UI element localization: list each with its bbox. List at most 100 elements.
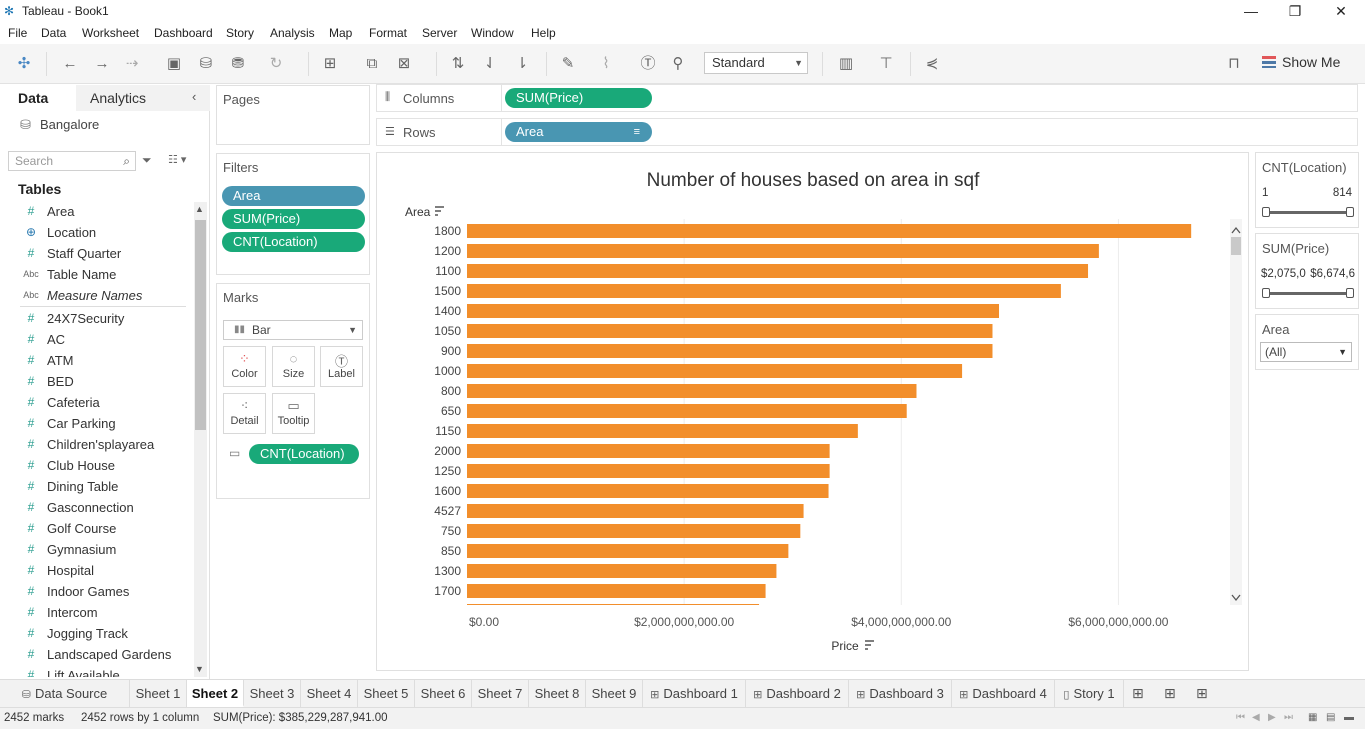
menu-server[interactable]: Server — [422, 26, 457, 40]
category-tick-label[interactable]: 1000 — [434, 364, 461, 378]
collapse-pane-icon[interactable]: ‹ — [192, 89, 196, 104]
bar-chart[interactable]: Number of houses based on area in sqf Are… — [377, 153, 1250, 672]
cnt-location-filter-card[interactable]: CNT(Location) 1 814 — [1255, 152, 1359, 228]
new-dashboard-tab-icon[interactable]: ⊞ — [1164, 685, 1176, 702]
bar[interactable] — [467, 404, 907, 418]
field-item[interactable]: # Car Parking — [0, 414, 192, 435]
pages-card[interactable]: Pages — [216, 85, 370, 145]
mark-type-select[interactable]: ▮▮ Bar ▼ — [223, 320, 363, 340]
group-members-icon[interactable]: ⌇ — [596, 54, 616, 74]
save-icon[interactable]: ▣ — [164, 54, 184, 74]
columns-pill-sum-price[interactable]: SUM(Price) — [505, 88, 652, 108]
filter-pill-cnt-location[interactable]: CNT(Location) — [222, 232, 365, 252]
category-tick-label[interactable]: 1800 — [434, 224, 461, 238]
tab-sheet-3[interactable]: Sheet 3 — [244, 680, 301, 707]
menu-worksheet[interactable]: Worksheet — [82, 26, 139, 40]
first-sheet-icon[interactable]: ⏮ — [1236, 712, 1245, 723]
duplicate-sheet-icon[interactable]: ⧉ — [362, 54, 382, 74]
bar[interactable] — [467, 384, 917, 398]
field-item[interactable]: # Dining Table — [0, 477, 192, 498]
tab-dashboard-2[interactable]: ⊞ Dashboard 2 — [746, 680, 849, 707]
new-worksheet-icon[interactable]: ⊞ — [320, 54, 340, 74]
color-button[interactable]: ⁘ Color — [223, 346, 266, 387]
columns-shelf[interactable]: ⫼ Columns SUM(Price) — [376, 84, 1358, 112]
tab-sheet-9[interactable]: Sheet 9 — [586, 680, 643, 707]
redo-icon[interactable]: → — [92, 54, 112, 74]
bar[interactable] — [467, 464, 830, 478]
size-button[interactable]: ◌ Size — [272, 346, 315, 387]
show-me-button[interactable]: Show Me — [1262, 54, 1340, 74]
tab-sheet-4[interactable]: Sheet 4 — [301, 680, 358, 707]
category-tick-label[interactable]: 1600 — [434, 484, 461, 498]
swap-rows-columns-icon[interactable]: ⇅ — [448, 54, 468, 74]
undo-icon[interactable]: ← — [60, 54, 80, 74]
bar[interactable] — [467, 584, 766, 598]
field-list-scrollbar[interactable]: ▲ ▼ — [194, 202, 207, 677]
menu-analysis[interactable]: Analysis — [270, 26, 315, 40]
refresh-icon[interactable]: ↻ — [266, 54, 286, 74]
bar[interactable] — [467, 284, 1061, 298]
menu-story[interactable]: Story — [226, 26, 254, 40]
category-tick-label[interactable]: 800 — [441, 384, 461, 398]
sum-price-slider[interactable] — [1262, 288, 1354, 298]
field-item[interactable]: ⊕ Location — [0, 223, 192, 244]
category-tick-label[interactable]: 1500 — [434, 284, 461, 298]
field-item[interactable]: #24X7Security — [0, 309, 192, 330]
category-tick-label[interactable]: 1100 — [435, 264, 461, 278]
restore-button[interactable]: ❐ — [1272, 0, 1318, 22]
menu-data[interactable]: Data — [41, 26, 66, 40]
bar[interactable] — [467, 504, 804, 518]
tab-sheet-8[interactable]: Sheet 8 — [529, 680, 586, 707]
viz-area[interactable]: Number of houses based on area in sqf Are… — [376, 152, 1249, 671]
scroll-up-icon[interactable]: ▲ — [195, 204, 204, 214]
field-item[interactable]: # ATM — [0, 351, 192, 372]
category-tick-label[interactable]: 900 — [441, 344, 461, 358]
category-tick-label[interactable]: 1250 — [434, 464, 461, 478]
filter-icon[interactable]: ⏷ — [142, 153, 152, 168]
filmstrip-view-icon[interactable]: ▤ — [1326, 712, 1335, 723]
field-item[interactable]: # AC — [0, 330, 192, 351]
category-tick-label[interactable]: 1400 — [434, 304, 461, 318]
slider-max-handle[interactable] — [1346, 288, 1354, 298]
scrollbar-thumb[interactable] — [195, 220, 206, 430]
category-tick-label[interactable]: 850 — [441, 544, 461, 558]
presentation-mode-icon[interactable]: ⊤ — [876, 54, 896, 74]
field-item[interactable]: # Hospital — [0, 561, 192, 582]
fit-select[interactable]: Standard ▼ — [704, 52, 808, 74]
field-item[interactable]: # Gymnasium — [0, 540, 192, 561]
bar[interactable] — [467, 264, 1089, 278]
tableau-home-icon[interactable]: ✣ — [14, 54, 34, 74]
bar[interactable] — [467, 224, 1192, 238]
bar[interactable] — [467, 344, 993, 358]
tab-data[interactable]: Data — [0, 85, 76, 111]
bar[interactable] — [467, 524, 801, 538]
bar[interactable] — [467, 304, 999, 318]
menu-dashboard[interactable]: Dashboard — [154, 26, 213, 40]
filter-pill-area[interactable]: Area — [222, 186, 365, 206]
minimize-button[interactable]: — — [1228, 0, 1274, 22]
tab-sheet-7[interactable]: Sheet 7 — [472, 680, 529, 707]
search-input[interactable]: Search ⌕ — [8, 151, 136, 171]
field-item[interactable]: # BED — [0, 372, 192, 393]
tab-sheet-1[interactable]: Sheet 1 — [130, 680, 187, 707]
new-worksheet-tab-icon[interactable]: ⊞ — [1132, 685, 1144, 702]
bar[interactable] — [467, 364, 963, 378]
replay-icon[interactable]: ⇢ — [122, 54, 142, 74]
field-item[interactable]: # Cafeteria — [0, 393, 192, 414]
tab-sheet-5[interactable]: Sheet 5 — [358, 680, 415, 707]
field-item[interactable]: # Gasconnection — [0, 498, 192, 519]
tab-dashboard-1[interactable]: ⊞ Dashboard 1 — [643, 680, 746, 707]
bar[interactable] — [467, 444, 830, 458]
area-filter-card[interactable]: Area (All) ▼ — [1255, 314, 1359, 370]
menu-help[interactable]: Help — [531, 26, 556, 40]
marks-pill-cnt-location[interactable]: CNT(Location) — [249, 444, 359, 464]
sort-icon[interactable] — [435, 206, 444, 216]
slider-min-handle[interactable] — [1262, 207, 1270, 217]
area-filter-select[interactable]: (All) ▼ — [1260, 342, 1352, 362]
pin-axes-icon[interactable]: ⚲ — [668, 54, 688, 74]
category-tick-label[interactable]: 1700 — [434, 584, 461, 598]
share-icon[interactable]: ⋞ — [922, 54, 942, 74]
chart-scrollbar-thumb[interactable] — [1231, 237, 1241, 255]
field-item[interactable]: # Golf Course — [0, 519, 192, 540]
tab-sheet-6[interactable]: Sheet 6 — [415, 680, 472, 707]
